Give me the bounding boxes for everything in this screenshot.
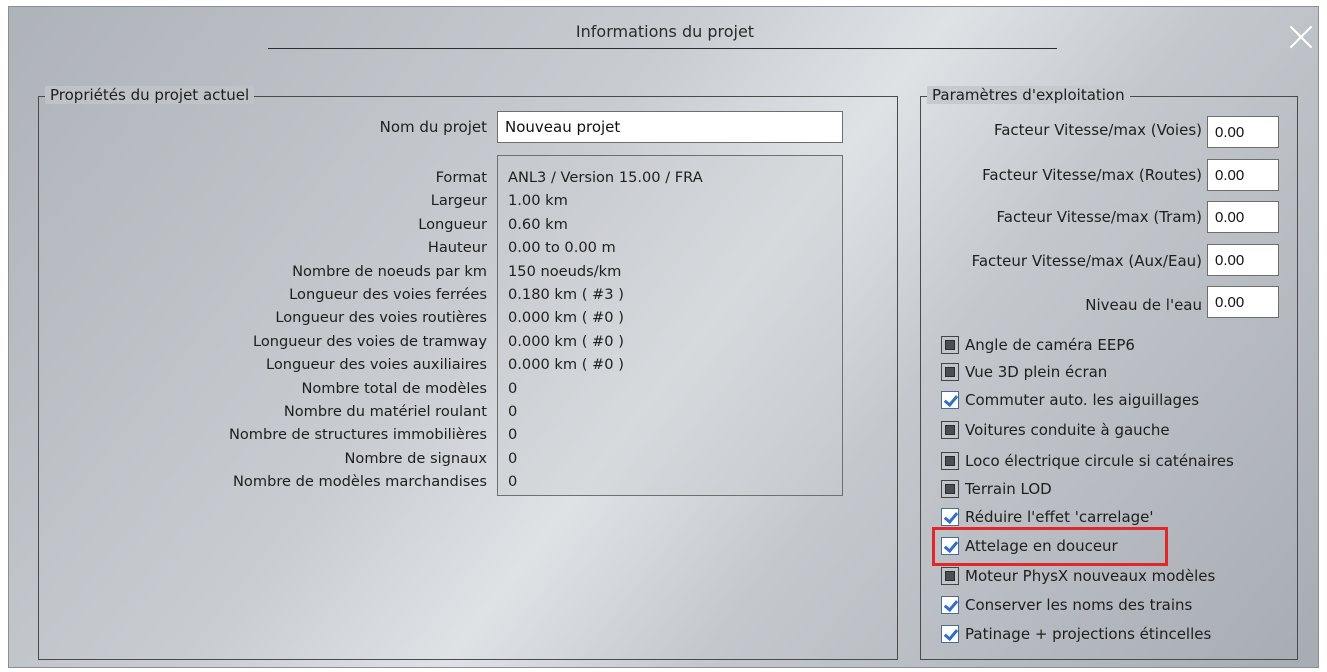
unchecked-square-icon: [941, 421, 959, 439]
info-label-road-length: Longueur des voies routières: [275, 309, 487, 327]
speed-factor-tram-input[interactable]: [1207, 201, 1279, 233]
speed-factor-aux-water-label: Facteur Vitesse/max (Aux/Eau): [971, 252, 1202, 270]
checkbox-label: Angle de caméra EEP6: [965, 336, 1135, 354]
info-value-signals: 0: [508, 449, 518, 467]
unchecked-square-icon: [941, 452, 959, 470]
checkbox-left-hand-drive[interactable]: Voitures conduite à gauche: [941, 417, 1170, 443]
info-value-length: 0.60 km: [508, 215, 568, 233]
info-label-total-models: Nombre total de modèles: [301, 379, 487, 397]
speed-factor-aux-water-input[interactable]: [1207, 244, 1279, 276]
info-value-format: ANL3 / Version 15.00 / FRA: [508, 169, 703, 186]
info-label-rolling-stock: Nombre du matériel roulant: [283, 402, 487, 420]
water-level-label: Niveau de l'eau: [1085, 296, 1202, 314]
checkbox-keep-train-names[interactable]: Conserver les noms des trains: [941, 592, 1192, 618]
info-value-rolling-stock: 0: [508, 402, 518, 420]
info-value-height: 0.00 to 0.00 m: [508, 239, 616, 257]
checkbox-wheel-slip-sparks[interactable]: Patinage + projections étincelles: [941, 621, 1211, 647]
checkbox-label: Loco électrique circule si caténaires: [965, 452, 1234, 470]
info-label-aux-length: Longueur des voies auxiliaires: [265, 356, 487, 374]
checkbox-physx-engine[interactable]: Moteur PhysX nouveaux modèles: [941, 563, 1215, 589]
info-label-rail-length: Longueur des voies ferrées: [289, 285, 487, 303]
checkbox-camera-angle-eep6[interactable]: Angle de caméra EEP6: [941, 332, 1135, 358]
group-legend-parameters: Paramètres d'exploitation: [927, 86, 1130, 104]
checkbox-label: Commuter auto. les aiguillages: [965, 391, 1200, 409]
info-label-goods-models: Nombre de modèles marchandises: [233, 473, 487, 491]
speed-factor-tracks-input[interactable]: [1207, 116, 1279, 148]
close-icon[interactable]: [1284, 20, 1318, 54]
info-value-road-length: 0.000 km ( #0 ): [508, 309, 624, 327]
speed-factor-roads-input[interactable]: [1207, 159, 1279, 191]
checkmark-icon: [941, 596, 959, 614]
checkbox-label: Conserver les noms des trains: [965, 596, 1193, 614]
info-label-length: Longueur: [418, 215, 487, 233]
highlight-frame-soft-coupling: [932, 527, 1168, 566]
group-legend-properties: Propriétés du projet actuel: [45, 86, 255, 104]
checkbox-terrain-lod[interactable]: Terrain LOD: [941, 476, 1052, 502]
project-name-input[interactable]: [497, 111, 843, 143]
speed-factor-roads-label: Facteur Vitesse/max (Routes): [982, 166, 1202, 184]
info-value-structures: 0: [508, 426, 518, 444]
dialog-title: Informations du projet: [575, 22, 755, 41]
checkbox-label: Terrain LOD: [965, 480, 1052, 498]
info-value-nodes-per-km: 150 noeuds/km: [508, 262, 622, 280]
checkbox-label: Voitures conduite à gauche: [965, 421, 1170, 439]
info-label-signals: Nombre de signaux: [344, 449, 487, 467]
checkbox-fullscreen-3d[interactable]: Vue 3D plein écran: [941, 359, 1107, 385]
checkbox-label: Réduire l'effet 'carrelage': [965, 508, 1154, 526]
checkbox-label: Patinage + projections étincelles: [965, 625, 1212, 643]
checkbox-auto-switch[interactable]: Commuter auto. les aiguillages: [941, 387, 1199, 413]
info-value-rail-length: 0.180 km ( #3 ): [508, 285, 624, 303]
info-label-nodes-per-km: Nombre de noeuds par km: [292, 262, 487, 280]
info-label-format: Format: [435, 169, 487, 186]
unchecked-square-icon: [941, 480, 959, 498]
speed-factor-tracks-label: Facteur Vitesse/max (Voies): [993, 121, 1202, 139]
title-divider: [268, 48, 1057, 49]
unchecked-square-icon: [941, 363, 959, 381]
unchecked-square-icon: [941, 336, 959, 354]
info-value-aux-length: 0.000 km ( #0 ): [508, 356, 624, 374]
info-label-structures: Nombre de structures immobilières: [228, 426, 487, 444]
project-name-label: Nom du projet: [379, 118, 487, 136]
checkmark-icon: [941, 508, 959, 526]
speed-factor-tram-label: Facteur Vitesse/max (Tram): [996, 208, 1202, 226]
info-value-total-models: 0: [508, 379, 518, 397]
water-level-input[interactable]: [1207, 286, 1279, 318]
info-values-column: ANL3 / Version 15.00 / FRA 1.00 km 0.60 …: [508, 166, 703, 493]
info-label-tram-length: Longueur des voies de tramway: [252, 332, 487, 350]
info-label-height: Hauteur: [427, 239, 487, 257]
info-label-width: Largeur: [430, 192, 487, 210]
checkmark-icon: [941, 625, 959, 643]
info-value-tram-length: 0.000 km ( #0 ): [508, 332, 624, 350]
info-value-width: 1.00 km: [508, 192, 568, 210]
unchecked-square-icon: [941, 567, 959, 585]
info-value-goods-models: 0: [508, 473, 518, 491]
info-labels-column: Format Largeur Longueur Hauteur Nombre d…: [229, 166, 487, 493]
checkmark-icon: [941, 391, 959, 409]
checkbox-label: Vue 3D plein écran: [965, 363, 1108, 381]
checkbox-electric-catenary[interactable]: Loco électrique circule si caténaires: [941, 448, 1234, 474]
checkbox-label: Moteur PhysX nouveaux modèles: [965, 567, 1216, 585]
